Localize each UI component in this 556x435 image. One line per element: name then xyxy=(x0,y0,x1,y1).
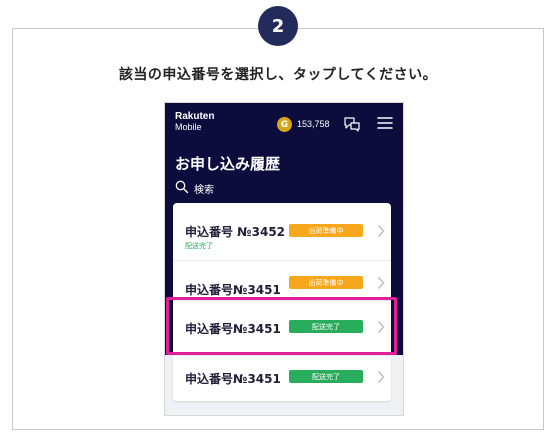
order-row[interactable]: 申込番号№3451 配送完了 xyxy=(173,355,391,401)
instruction-text: 該当の申込番号を選択し、タップしてください。 xyxy=(118,67,438,83)
phone-screenshot: Rakuten Mobile G 153,758 お申し込み履歴 検索 申込番号… xyxy=(164,102,404,416)
selection-highlight xyxy=(166,297,397,355)
delivery-status: 配送完了 xyxy=(185,242,213,250)
step-number-badge: 2 xyxy=(258,6,298,46)
page-title: お申し込み履歴 xyxy=(175,155,281,173)
order-row[interactable]: 申込番号 №3452 出荷準備中 配送完了 xyxy=(173,203,391,261)
chevron-right-icon xyxy=(377,277,385,289)
chevron-right-icon xyxy=(377,225,385,237)
hamburger-menu-icon[interactable] xyxy=(377,116,393,130)
chat-icon[interactable] xyxy=(343,116,361,132)
order-number: 申込番号№3451 xyxy=(185,372,281,386)
search-label[interactable]: 検索 xyxy=(194,181,214,196)
brand-sub: Mobile xyxy=(175,122,202,132)
order-status-badge: 出荷準備中 xyxy=(289,224,363,237)
order-number: 申込番号№3451 xyxy=(185,283,281,297)
brand-name: Rakuten xyxy=(175,111,215,122)
order-number: 申込番号 №3452 xyxy=(185,225,286,239)
order-status-badge: 配送完了 xyxy=(289,370,363,383)
points-balance: 153,758 xyxy=(297,119,330,129)
search-icon[interactable] xyxy=(175,180,189,194)
rakuten-mobile-logo: Rakuten Mobile xyxy=(175,111,215,133)
order-row[interactable]: 申込番号№3451 出荷準備中 xyxy=(173,260,391,301)
points-coin-icon: G xyxy=(277,117,292,132)
chevron-right-icon xyxy=(377,371,385,383)
order-status-badge: 出荷準備中 xyxy=(289,276,363,289)
